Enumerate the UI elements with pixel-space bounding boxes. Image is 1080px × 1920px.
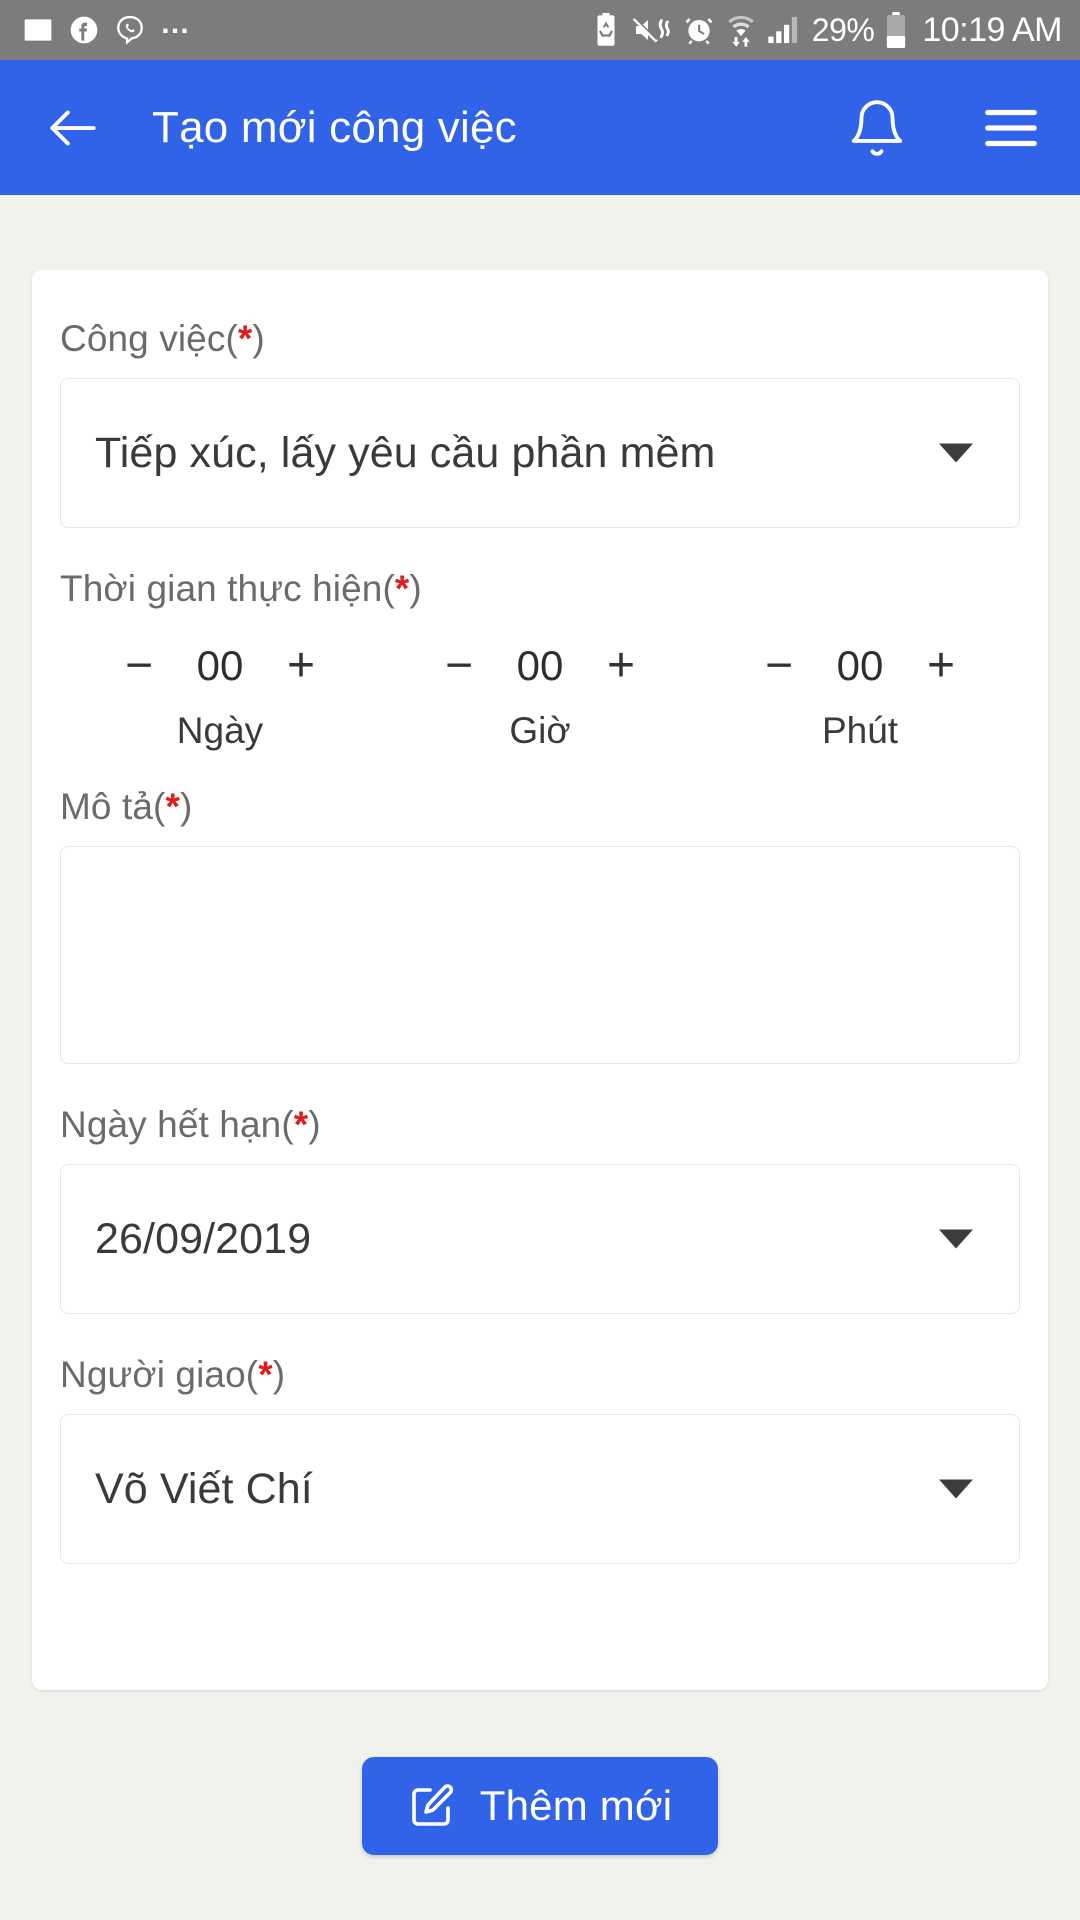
notifications-button[interactable] <box>846 97 908 159</box>
field-task: Công việc(*) Tiếp xúc, lấy yêu cầu phần … <box>60 318 1020 528</box>
duration-stepper-row: − 00 + Ngày − 00 + Giờ − 00 + Phút <box>60 628 1020 752</box>
due-date-select[interactable]: 26/09/2019 <box>60 1164 1020 1314</box>
battery-saver-icon <box>597 13 615 46</box>
status-bar-clock: 10:19 AM <box>922 10 1062 49</box>
label-task: Công việc(*) <box>60 318 1020 360</box>
label-task-text: Công việc <box>60 318 226 359</box>
required-asterisk: * <box>258 1354 273 1395</box>
menu-button[interactable] <box>980 97 1042 159</box>
edit-square-pencil-icon <box>411 1784 453 1826</box>
caret-down-icon <box>939 1479 973 1499</box>
label-description: Mô tả(*) <box>60 786 1020 828</box>
alarm-icon <box>685 18 713 45</box>
stepper-hour-label: Giờ <box>509 710 571 751</box>
task-select-value: Tiếp xúc, lấy yêu cầu phần mềm <box>95 428 716 477</box>
battery-icon <box>887 12 906 48</box>
label-duration-text: Thời gian thực hiện <box>60 568 383 609</box>
label-due-date: Ngày hết hạn(*) <box>60 1104 1020 1146</box>
stepper-day: − 00 + Ngày <box>60 628 380 752</box>
stepper-minute: − 00 + Phút <box>700 628 1020 752</box>
status-bar-left-icons: … <box>22 9 192 46</box>
submit-button[interactable]: Thêm mới <box>361 1757 719 1855</box>
stepper-minute-label: Phút <box>821 710 899 751</box>
paren-close: ) <box>409 568 422 609</box>
volume-mute-vibrate-icon <box>632 16 670 43</box>
paren-close: ) <box>272 1354 286 1395</box>
required-asterisk: * <box>293 1104 309 1145</box>
stepper-minute-controls: − 00 + <box>759 628 961 704</box>
status-bar: … 29% 10:19 AM <box>0 0 1080 60</box>
back-button[interactable] <box>42 97 104 159</box>
description-input[interactable] <box>60 846 1020 1064</box>
page-title: Tạo mới công việc <box>152 102 517 152</box>
paren-open: ( <box>225 318 238 359</box>
bell-icon <box>851 99 903 156</box>
arrow-left-icon <box>50 110 96 145</box>
paren-close: ) <box>179 786 193 827</box>
assigner-value: Võ Viết Chí <box>95 1464 313 1513</box>
stepper-hour: − 00 + Giờ <box>380 628 700 752</box>
required-asterisk: * <box>165 786 180 827</box>
app-bar: Tạo mới công việc <box>0 60 1080 195</box>
increment-day-button[interactable]: + <box>281 641 321 691</box>
decrement-day-button[interactable]: − <box>119 641 159 691</box>
required-asterisk: * <box>394 568 410 609</box>
paren-close: ) <box>308 1104 321 1145</box>
hour-value[interactable]: 00 <box>505 642 575 690</box>
field-description: Mô tả(*) <box>60 786 1020 1064</box>
field-assigner: Người giao(*) Võ Viết Chí <box>60 1354 1020 1564</box>
caret-down-icon <box>939 1229 973 1249</box>
paren-open: ( <box>245 1354 259 1395</box>
caret-down-icon <box>939 443 973 463</box>
paren-open: ( <box>382 568 395 609</box>
stepper-day-label: Ngày <box>176 710 264 751</box>
label-description-text: Mô tả <box>60 786 154 827</box>
field-due-date: Ngày hết hạn(*) 26/09/2019 <box>60 1104 1020 1314</box>
decrement-hour-button[interactable]: − <box>439 641 479 691</box>
submit-button-label: Thêm mới <box>479 1782 673 1829</box>
required-asterisk: * <box>237 318 253 359</box>
label-assigner: Người giao(*) <box>60 1354 1020 1396</box>
image-icon <box>24 19 52 41</box>
field-duration: Thời gian thực hiện(*) − 00 + Ngày − 00 … <box>60 568 1020 752</box>
stepper-hour-controls: − 00 + <box>439 628 641 704</box>
status-bar-right-icons: 29% 10:19 AM <box>591 11 1062 50</box>
minute-value[interactable]: 00 <box>825 642 895 690</box>
hamburger-menu-icon <box>985 109 1037 146</box>
footer-actions: Thêm mới <box>0 1757 1080 1855</box>
increment-minute-button[interactable]: + <box>921 641 961 691</box>
label-assigner-text: Người giao <box>60 1354 246 1395</box>
day-value[interactable]: 00 <box>185 642 255 690</box>
paren-close: ) <box>252 318 265 359</box>
increment-hour-button[interactable]: + <box>601 641 641 691</box>
label-duration: Thời gian thực hiện(*) <box>60 568 1020 610</box>
decrement-minute-button[interactable]: − <box>759 641 799 691</box>
cellular-signal-icon <box>768 16 797 44</box>
due-date-value: 26/09/2019 <box>95 1214 312 1263</box>
task-select[interactable]: Tiếp xúc, lấy yêu cầu phần mềm <box>60 378 1020 528</box>
paren-open: ( <box>153 786 166 827</box>
form-card: Công việc(*) Tiếp xúc, lấy yêu cầu phần … <box>32 270 1048 1690</box>
stepper-day-controls: − 00 + <box>119 628 321 704</box>
label-due-date-text: Ngày hết hạn <box>60 1104 282 1145</box>
facebook-icon <box>70 16 98 44</box>
assigner-select[interactable]: Võ Viết Chí <box>60 1414 1020 1564</box>
paren-open: ( <box>281 1104 294 1145</box>
wifi-data-icon <box>728 15 754 47</box>
viber-icon <box>117 15 143 45</box>
more-dots-icon: … <box>160 7 192 40</box>
battery-percent-label: 29% <box>811 11 875 48</box>
